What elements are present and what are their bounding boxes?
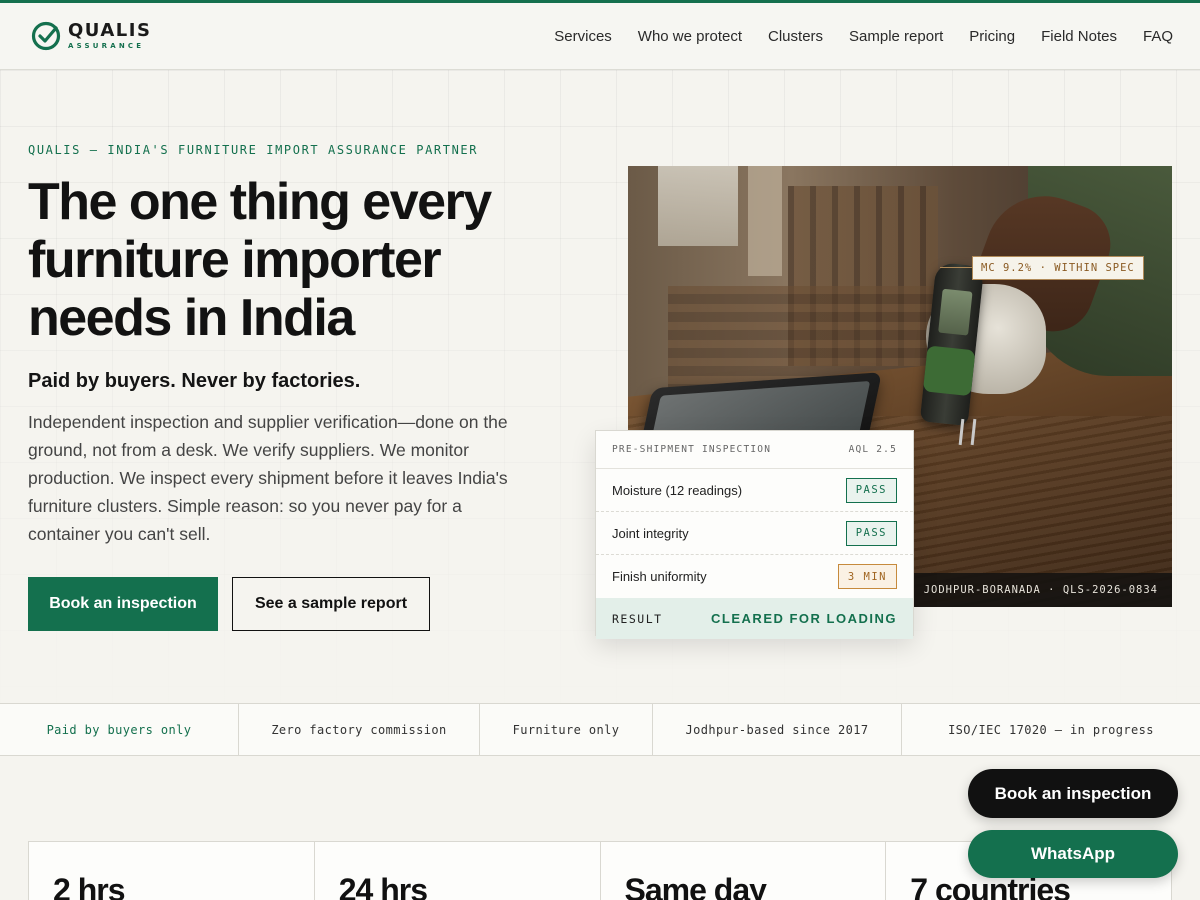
nav-services[interactable]: Services [554,28,612,45]
stat-value: 2 hrs [53,872,125,900]
main-nav: Services Who we protect Clusters Sample … [554,3,1173,70]
logo[interactable]: QUALIS ASSURANCE [30,19,151,53]
inspection-row-label: Finish uniformity [612,569,707,584]
hero-body: Independent inspection and supplier veri… [28,412,508,544]
trust-item: Zero factory commission [239,704,480,755]
stat-value: 24 hrs [338,872,428,900]
whatsapp-button[interactable]: WhatsApp [968,830,1178,878]
stat-card: Same day [601,842,887,900]
logo-subtitle: ASSURANCE [68,42,145,50]
trust-item: Paid by buyers only [0,704,239,755]
inspection-row-label: Joint integrity [612,525,689,541]
nav-sample-report[interactable]: Sample report [849,28,943,45]
inspection-row: Moisture (12 readings) PASS [596,469,913,512]
inspection-card-aql: AQL 2.5 [848,444,897,455]
stat-value: Same day [624,872,767,900]
hero-subtitle: Paid by buyers. Never by factories. [28,370,361,392]
inspection-card: PRE-SHIPMENT INSPECTION AQL 2.5 Moisture… [595,430,914,639]
photo-tag-connector [940,267,972,268]
hero-eyebrow: QUALIS — INDIA'S FURNITURE IMPORT ASSURA… [28,143,479,157]
trust-item: ISO/IEC 17020 — in progress [948,722,1154,737]
nav-pricing[interactable]: Pricing [969,28,1015,45]
stat-card: 2 hrs [29,842,315,900]
logo-text: QUALIS ASSURANCE [68,22,151,50]
check-circle-icon [31,21,61,51]
book-inspection-button[interactable]: Book an inspection [28,577,218,631]
photo-window [658,166,738,246]
inspection-result-label: RESULT [612,611,663,626]
stat-card: 24 hrs [315,842,601,900]
photo-meter-grip [922,345,976,397]
inspection-result: RESULT CLEARED FOR LOADING [596,598,913,639]
nav-who-we-protect[interactable]: Who we protect [638,28,742,45]
status-badge: PASS [845,477,897,503]
logo-name: QUALIS [68,20,152,41]
trust-item: Jodhpur-based since 2017 [653,704,902,755]
trust-strip: Paid by buyers only Zero factory commiss… [0,703,1200,756]
photo-window-light [748,166,782,276]
hero-title: The one thing every furniture importer n… [28,173,492,347]
status-badge: PASS [845,520,897,546]
inspection-result-value: CLEARED FOR LOADING [711,611,897,626]
moisture-reading-tag: MC 9.2% · WITHIN SPEC [972,256,1144,280]
nav-clusters[interactable]: Clusters [768,28,823,45]
inspection-card-title: PRE-SHIPMENT INSPECTION [612,444,772,455]
inspection-row: Finish uniformity 3 MIN [596,555,913,598]
inspection-row: Joint integrity PASS [596,512,913,555]
nav-faq[interactable]: FAQ [1143,28,1173,45]
floating-book-inspection-button[interactable]: Book an inspection [968,769,1178,818]
sample-report-button[interactable]: See a sample report [232,577,430,631]
site-header: QUALIS ASSURANCE Services Who we protect… [0,3,1200,70]
photo-meter-screen [938,288,973,336]
trust-item: Furniture only [480,704,653,755]
inspection-card-header: PRE-SHIPMENT INSPECTION AQL 2.5 [596,431,913,469]
status-badge: 3 MIN [837,564,897,589]
nav-field-notes[interactable]: Field Notes [1041,28,1117,45]
inspection-row-label: Moisture (12 readings) [612,482,743,498]
